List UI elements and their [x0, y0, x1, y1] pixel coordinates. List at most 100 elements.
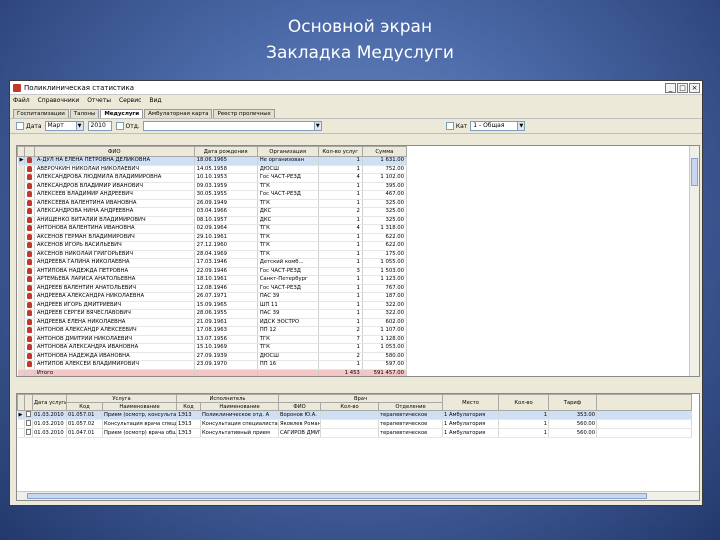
period-select[interactable]: Март — [44, 121, 77, 131]
table-row[interactable]: АНТОНОВ АЛЕКСАНДР АЛЕКСЕЕВИЧ 17.08.1963 ПП… — [17, 326, 408, 336]
table-row[interactable]: ▶ А-ДУЛ НА ЕЛЕНА ПЕТРОВНА ДЕЛИКОВНА 18.06.… — [17, 156, 408, 166]
col-header-doctor-qty[interactable]: Кол-во — [320, 402, 379, 411]
table-row[interactable]: АНТИПОВА НАДЕЖДА ПЕТРОВНА 22.09.1946 Гос Ч… — [17, 267, 408, 276]
col-header-qty[interactable]: Кол-во — [498, 394, 550, 411]
col-header-tariff[interactable]: Тариф — [548, 394, 598, 411]
cell-qty: 1 — [498, 428, 550, 438]
col-header-service-count[interactable]: Кол-во услуг — [317, 146, 363, 157]
cell-organization: ТГК — [257, 241, 319, 251]
scrollbar-thumb[interactable] — [691, 158, 698, 186]
cell-birthdate: 15.09.1965 — [194, 301, 258, 310]
menu-reports[interactable]: Отчеты — [87, 97, 111, 104]
tab-outpatient-card[interactable]: Амбулаторная карта — [144, 109, 213, 118]
col-header-organization[interactable]: Организация — [256, 146, 319, 157]
menu-file[interactable]: Файл — [13, 97, 30, 104]
table-row[interactable]: АЛЕКСАНДРОВА ЛЮДМИЛА ВЛАДИМИРОВНА 10.10.1… — [17, 173, 408, 183]
cell-fio: А-ДУЛ НА ЕЛЕНА ПЕТРОВНА ДЕЛИКОВНА — [34, 156, 195, 166]
tab-coupons[interactable]: Талоны — [69, 109, 100, 118]
col-header-doctor-fio[interactable]: ФИО — [278, 402, 321, 411]
patient-icon — [27, 335, 33, 342]
document-icon — [26, 420, 31, 426]
tab-treated-registry[interactable]: Реестр пролечных — [213, 109, 275, 118]
table-row[interactable]: АКСЕНОВ ИГОРЬ ВАСИЛЬЕВИЧ 27.12.1960 ТГК 1 62… — [17, 241, 408, 251]
cell-organization: ДКС — [257, 207, 319, 217]
cell-service-count: 1 — [318, 275, 363, 285]
app-icon — [13, 83, 21, 92]
cell-executor-code: 1Э13 — [176, 410, 201, 420]
table-row[interactable]: АНТОНОВ ДМИТРИЙ НИКОЛАЕВИЧ 13.07.1956 ТГК 7… — [17, 335, 408, 344]
close-button[interactable]: × — [689, 82, 700, 93]
cell-service-count: 1 — [318, 258, 363, 268]
table-row[interactable]: АНДРЕЕВ СЕРГЕЙ ВЯЧЕСЛАВОВИЧ 28.06.1955 ПАС… — [17, 309, 408, 319]
cell-sum: 467.00 — [362, 190, 408, 200]
table-row[interactable]: АНТОНОВА ВАЛЕНТИНА ИВАНОВНА 02.09.1964 ТГК… — [17, 224, 408, 234]
chevron-down-icon[interactable]: ▼ — [75, 121, 84, 131]
patients-vertical-scrollbar[interactable] — [689, 146, 699, 376]
cell-executor-name: Поликлиническое отд. А — [200, 410, 279, 420]
table-row[interactable]: 01.03.2010 01.057.02 Консультация врача сп… — [17, 419, 693, 429]
table-row[interactable]: АНТИПОВ АЛЕКСЕЙ ВЛАДИМИРОВИЧ 23.09.1970 ПП… — [17, 360, 408, 370]
cell-service-code: 01.047.01 — [66, 428, 103, 438]
table-row[interactable]: АКСЕНОВ НИКОЛАЙ ГРИГОРЬЕВИЧ 28.04.1969 ТГК… — [17, 250, 408, 259]
cell-fio: АНДРЕЕВА ЕЛЕНА НИКОЛАЕВНА — [34, 318, 195, 327]
dept-select[interactable] — [142, 121, 315, 131]
menu-service[interactable]: Сервис — [119, 97, 141, 104]
table-row[interactable]: АЛЕКСАНДРОВА НИНА АНДРЕЕВНА 03.04.1966 ДКС… — [17, 207, 408, 217]
table-row[interactable]: АЛЕКСЕЕВА ВАЛЕНТИНА ИВАНОВНА 26.09.1949 ТГ… — [17, 199, 408, 208]
col-header-service-code[interactable]: Код — [66, 402, 103, 411]
chevron-down-icon[interactable]: ▼ — [517, 121, 526, 131]
table-row[interactable]: ▶ 01.03.2010 01.057.01 Прием (осмотр, консу… — [17, 410, 693, 420]
cell-organization: Гос ЧАСТ-РЕЗД — [257, 173, 319, 183]
col-header-service-date[interactable]: Дата услуги — [32, 394, 67, 411]
table-row[interactable]: АЛЕКСАНДРОВ ВЛАДИМИР ИВАНОВИЧ 09.03.1959 Т… — [17, 182, 408, 191]
menu-references[interactable]: Справочники — [38, 97, 80, 104]
tab-hospitalizations[interactable]: Госпитализации — [13, 109, 69, 118]
cell-organization: ТГК — [257, 182, 319, 191]
year-field[interactable]: 2010 — [87, 121, 112, 131]
minimize-button[interactable]: _ — [665, 82, 676, 93]
cell-organization: Гос ЧАСТ-РЕЗД — [257, 190, 319, 200]
scrollbar-thumb[interactable] — [27, 493, 647, 499]
cat-select[interactable]: 1 - Общая — [470, 121, 519, 131]
col-header-service-name[interactable]: Наименование — [102, 402, 177, 411]
col-header-place[interactable]: Место — [442, 394, 500, 411]
chevron-down-icon[interactable]: ▼ — [313, 121, 322, 131]
table-row[interactable]: АНДРЕЕВ ВАЛЕНТИН АНАТОЛЬЕВИЧ 12.08.1946 Го… — [17, 284, 408, 293]
table-row[interactable]: АРТЕМЬЕВА ЛАРИСА АНАТОЛЬЕВНА 18.10.1961 Са… — [17, 275, 408, 285]
cell-service-count: 1 — [318, 233, 363, 242]
table-row[interactable]: АНДРЕЕВА АЛЕКСАНДРА НИКОЛАЕВНА 26.07.1971… — [17, 292, 408, 302]
tab-medical-services[interactable]: Медуслуги — [100, 109, 144, 118]
table-row[interactable]: АНТОНОВА АЛЕКСАНДРА ИВАНОВНА 15.10.1969 ТГ… — [17, 343, 408, 353]
col-header-executor-name[interactable]: Наименование — [200, 402, 279, 411]
date-checkbox[interactable] — [16, 122, 24, 130]
table-row[interactable]: АНТОНОВА НАДЕЖДА ИВАНОВНА 27.09.1939 ДЮСШ 2… — [17, 352, 408, 361]
col-header-executor-code[interactable]: Код — [176, 402, 201, 411]
col-header-birthdate[interactable]: Дата рождения — [193, 146, 258, 157]
window-titlebar[interactable]: Поликлиническая статистика _ □ × — [10, 81, 702, 95]
cell-sum: 1 503.00 — [362, 267, 408, 276]
patients-table: ФИО Дата рождения Организация Кол-во усл… — [17, 146, 408, 376]
col-header-fio[interactable]: ФИО — [33, 146, 195, 157]
maximize-button[interactable]: □ — [677, 82, 688, 93]
table-row[interactable]: АНДРЕЕВА ГАЛИНА НИКОЛАЕВНА 17.03.1946 Детс… — [17, 258, 408, 268]
table-row[interactable]: АНДРЕЕВ ИГОРЬ ДМИТРИЕВИЧ 15.09.1965 ШП 11 1… — [17, 301, 408, 310]
table-row[interactable]: 01.03.2010 01.047.01 Прием (осмотр) врача … — [17, 428, 693, 438]
services-horizontal-scrollbar[interactable] — [17, 491, 699, 500]
cell-sum: 622.00 — [362, 233, 408, 242]
col-group-doctor: Врач — [277, 394, 444, 403]
cat-checkbox[interactable] — [445, 122, 454, 130]
table-row[interactable]: АВЕРОЧКИН НИКОЛАЙ НИКОЛАЕВИЧ 14.05.1958 ДЮ… — [17, 165, 408, 174]
col-header-doctor-dept[interactable]: Отделение — [377, 402, 444, 411]
col-header-sum[interactable]: Сумма — [361, 146, 408, 157]
table-row[interactable]: АНДРЕЕВА ЕЛЕНА НИКОЛАЕВНА 21.09.1961 ИДСК … — [17, 318, 408, 327]
table-row[interactable]: АКСЕНОВ ГЕРМАН ВЛАДИМИРОВИЧ 29.10.1961 ТГК… — [17, 233, 408, 242]
table-row[interactable]: АЛЕКСЕЕВ ВЛАДИМИР АНДРЕЕВИЧ 30.05.1955 Гос… — [17, 190, 408, 200]
dept-checkbox[interactable] — [115, 122, 124, 130]
patient-icon — [27, 267, 33, 274]
table-row[interactable]: АНИЩЕНКО ВИТАЛИЙ ВЛАДИМИРОВИЧ 08.10.1957 Д… — [17, 216, 408, 225]
cell-sum: 322.00 — [362, 309, 408, 319]
cell-service-count: 7 — [318, 335, 363, 344]
cell-service-count: 1 — [318, 360, 363, 370]
menu-view[interactable]: Вид — [149, 97, 161, 104]
cell-birthdate: 30.05.1955 — [194, 190, 258, 200]
